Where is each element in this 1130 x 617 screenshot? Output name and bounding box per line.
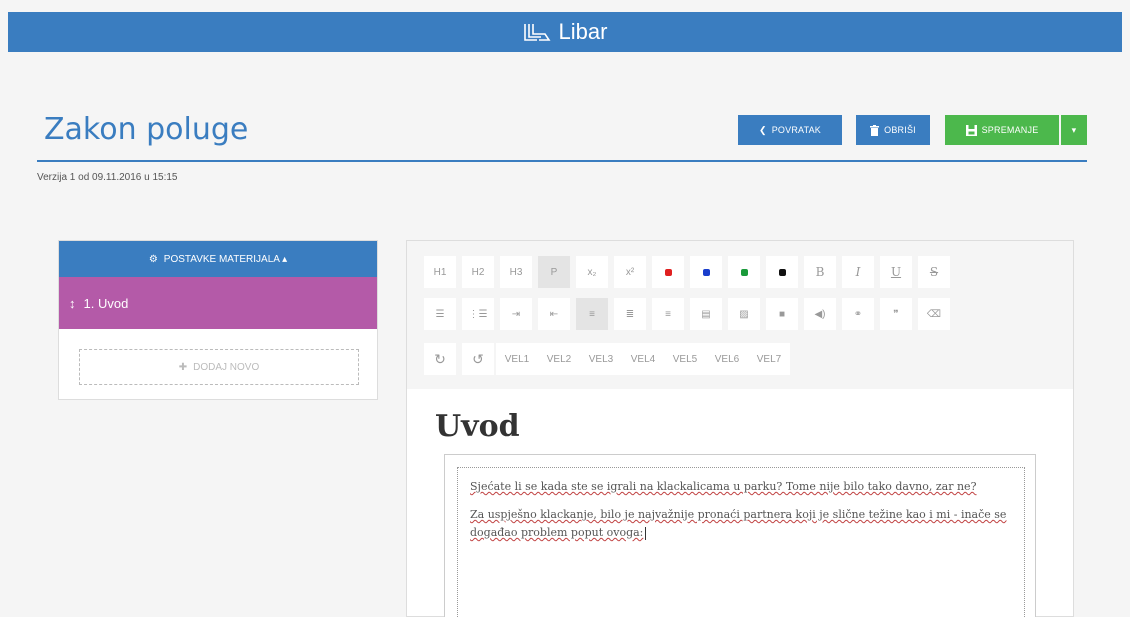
color-red-button[interactable] [652,256,684,288]
content-editor[interactable]: Sjećate li se kada ste se igrali na klac… [444,454,1036,617]
size2-button[interactable]: VEL2 [538,343,580,375]
bullet-list-icon[interactable]: ☰ [424,298,456,330]
numbered-list-icon[interactable]: ⋮☰ [462,298,494,330]
delete-button-label: OBRIŠI [884,125,916,135]
paragraph-2[interactable]: Za uspješno klackanje, bilo je najvažnij… [470,506,1012,542]
black-swatch-icon [778,268,786,276]
sidebar-item-label: 1. Uvod [83,295,129,311]
editor-panel: H1 H2 H3 P x₂ x² B I U S ☰ ⋮☰ ⇥ ⇤ ≡ ≣ ≡ … [406,240,1074,617]
red-swatch-icon [664,268,672,276]
subscript-button[interactable]: x₂ [576,256,608,288]
video-icon[interactable]: ■ [766,298,798,330]
size4-button[interactable]: VEL4 [622,343,664,375]
chevron-left-icon: ❮ [758,124,767,135]
italic-button[interactable]: I [842,256,874,288]
app-logo[interactable]: Libar [523,19,608,45]
heading3-button[interactable]: H3 [500,256,532,288]
floppy-icon [965,124,977,136]
page: Libar Zakon poluge Verzija 1 od 09.11.20… [0,0,1130,617]
back-button[interactable]: ❮ POVRATAK [738,115,842,145]
align-justify-icon[interactable]: ▤ [690,298,722,330]
content-editable-area[interactable]: Sjećate li se kada ste se igrali na klac… [457,467,1025,617]
green-swatch-icon [740,268,748,276]
size7-button[interactable]: VEL7 [748,343,790,375]
toolbar-row-1: H1 H2 H3 P x₂ x² B I U S [424,256,950,288]
save-button-label: SPREMANJE [981,125,1039,135]
align-center-icon[interactable]: ≣ [614,298,646,330]
section-heading[interactable]: Uvod [435,409,520,444]
underline-button[interactable]: U [880,256,912,288]
paragraph-button[interactable]: P [538,256,570,288]
book-logo-icon [523,24,551,41]
toolbar-row-2: ☰ ⋮☰ ⇥ ⇤ ≡ ≣ ≡ ▤ ▨ ■ ◀) ⚭ ❞ ⌫ [424,298,950,330]
quote-icon[interactable]: ❞ [880,298,912,330]
paragraph-1[interactable]: Sjećate li se kada ste se igrali na klac… [470,478,1012,496]
sidebar-item-uvod[interactable]: ↕ 1. Uvod [59,277,377,329]
paragraph-2-text: Za uspješno klackanje, bilo je najvažnij… [470,508,1007,539]
title-divider [37,160,1087,162]
delete-button[interactable]: OBRIŠI [856,115,930,145]
material-settings-toggle[interactable]: ⚙ POSTAVKE MATERIJALA ▴ [59,241,377,277]
size1-button[interactable]: VEL1 [496,343,538,375]
size6-button[interactable]: VEL6 [706,343,748,375]
color-black-button[interactable] [766,256,798,288]
save-options-button[interactable]: ▾ [1061,115,1087,145]
add-new-button[interactable]: ✚ DODAJ NOVO [79,349,359,385]
color-green-button[interactable] [728,256,760,288]
heading1-button[interactable]: H1 [424,256,456,288]
save-button[interactable]: SPREMANJE [945,115,1059,145]
drag-handle-icon[interactable]: ↕ [69,296,76,311]
toolbar-row-3: ↻ ↺ VEL1 VEL2 VEL3 VEL4 VEL5 VEL6 VEL7 [424,343,790,375]
indent-icon[interactable]: ⇥ [500,298,532,330]
caret-down-icon: ▾ [1071,124,1077,135]
audio-icon[interactable]: ◀) [804,298,836,330]
strikethrough-button[interactable]: S [918,256,950,288]
text-cursor [645,526,647,540]
align-left-icon[interactable]: ≡ [576,298,608,330]
bold-button[interactable]: B [804,256,836,288]
add-new-label: DODAJ NOVO [193,361,260,373]
heading2-button[interactable]: H2 [462,256,494,288]
editor-toolbar: H1 H2 H3 P x₂ x² B I U S ☰ ⋮☰ ⇥ ⇤ ≡ ≣ ≡ … [407,241,1073,389]
back-button-label: POVRATAK [771,125,822,135]
gear-icon: ⚙ [148,253,158,265]
size5-button[interactable]: VEL5 [664,343,706,375]
app-name: Libar [558,19,608,44]
color-blue-button[interactable] [690,256,722,288]
materials-sidebar: ⚙ POSTAVKE MATERIJALA ▴ ↕ 1. Uvod ✚ DODA… [58,240,378,400]
outdent-icon[interactable]: ⇤ [538,298,570,330]
blue-swatch-icon [702,268,710,276]
size3-button[interactable]: VEL3 [580,343,622,375]
plus-icon: ✚ [178,361,188,373]
page-title: Zakon poluge [44,112,249,147]
redo-icon[interactable]: ↻ [424,343,456,375]
material-settings-label: POSTAVKE MATERIJALA ▴ [163,253,288,265]
trash-icon [870,124,880,136]
align-right-icon[interactable]: ≡ [652,298,684,330]
image-icon[interactable]: ▨ [728,298,760,330]
version-info: Verzija 1 od 09.11.2016 u 15:15 [37,172,178,183]
top-bar: Libar [8,12,1122,52]
eraser-icon[interactable]: ⌫ [918,298,950,330]
undo-icon[interactable]: ↺ [462,343,494,375]
superscript-button[interactable]: x² [614,256,646,288]
link-icon[interactable]: ⚭ [842,298,874,330]
